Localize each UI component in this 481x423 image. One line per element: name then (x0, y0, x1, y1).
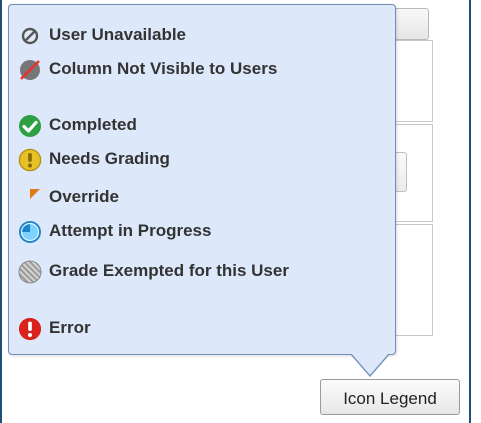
legend-label: Completed (49, 115, 137, 134)
window-frame-left (0, 0, 2, 423)
window-frame-right (469, 0, 471, 423)
icon-legend-popover (8, 4, 396, 355)
legend-item-completed: Completed (18, 114, 299, 138)
override-icon (18, 186, 42, 210)
column-not-visible-icon (18, 58, 42, 82)
legend-label: Override (49, 187, 119, 206)
legend-label: Column Not Visible to Users (49, 59, 278, 78)
legend-item-grade-exempted: Grade Exempted for this User (18, 260, 299, 284)
legend-label: Error (49, 318, 91, 337)
legend-item-error: Error (18, 317, 299, 341)
legend-label: Attempt in Progress (49, 221, 212, 240)
legend-item-user-unavailable: User Unavailable (18, 24, 299, 48)
attempt-in-progress-icon (18, 220, 42, 244)
icon-legend-button[interactable]: Icon Legend (320, 379, 460, 415)
grade-exempted-icon (18, 260, 42, 284)
legend-label: Grade Exempted for this User (49, 261, 289, 280)
error-icon (18, 317, 42, 341)
legend-item-needs-grading: Needs Grading (18, 148, 299, 172)
needs-grading-icon (18, 148, 42, 172)
completed-icon (18, 114, 42, 138)
legend-item-override: Override (18, 186, 299, 210)
legend-item-column-not-visible: Column Not Visible to Users (18, 58, 299, 82)
popover-pointer-fill (351, 353, 389, 375)
user-unavailable-icon (18, 24, 42, 48)
legend-item-attempt-in-progress: Attempt in Progress (18, 220, 299, 244)
legend-label: User Unavailable (49, 25, 187, 44)
legend-label: Needs Grading (49, 149, 170, 168)
